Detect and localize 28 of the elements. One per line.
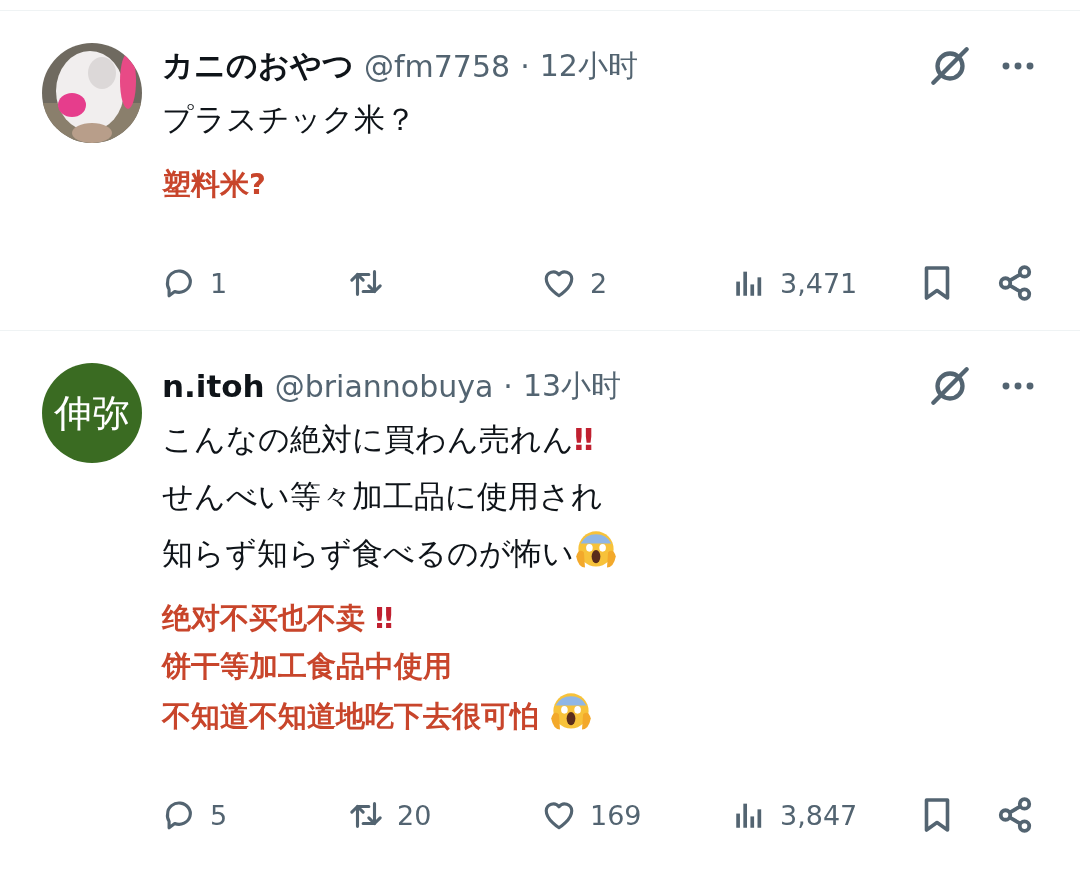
avatar[interactable]: 伸弥	[42, 363, 142, 463]
count-text: 1	[210, 267, 228, 299]
post-time[interactable]: 12小时	[539, 45, 638, 87]
user-handle[interactable]: @briannobuya	[274, 368, 494, 404]
count-text: 2	[590, 267, 608, 299]
user-name[interactable]: n.itoh	[162, 368, 265, 404]
user-name[interactable]: カニのおやつ	[162, 45, 354, 87]
count-text: 3,847	[780, 799, 858, 831]
translation-text: 饼干等加工食品中使用	[162, 649, 452, 683]
post-text: せんべい等々加工品に使用され	[162, 478, 603, 514]
translation-text: 绝对不买也不卖	[162, 601, 366, 635]
translation-text: 塑料米?	[162, 167, 266, 201]
translation-text: 不知道不知道地吃下去很可怕	[162, 699, 540, 733]
post-text: 知らず知らず食べるのが怖い	[162, 535, 574, 571]
share-icon[interactable]	[996, 796, 1034, 834]
separator-dot: ·	[503, 368, 513, 404]
user-handle[interactable]: @fm7758	[364, 48, 511, 84]
post-time[interactable]: 13小时	[522, 365, 622, 407]
count-text: 20	[397, 799, 432, 831]
count-text: 5	[210, 799, 228, 831]
share-icon[interactable]	[996, 264, 1034, 302]
count-text: 3,471	[780, 267, 858, 299]
post-text: プラスチック米？	[162, 101, 416, 137]
post-text: こんなの絶対に買わん売れん	[162, 421, 574, 457]
exclamation-mark: ‼	[375, 601, 394, 635]
count-text: 169	[590, 799, 642, 831]
exclamation-mark: ‼	[574, 421, 594, 457]
separator-dot: ·	[520, 48, 530, 84]
